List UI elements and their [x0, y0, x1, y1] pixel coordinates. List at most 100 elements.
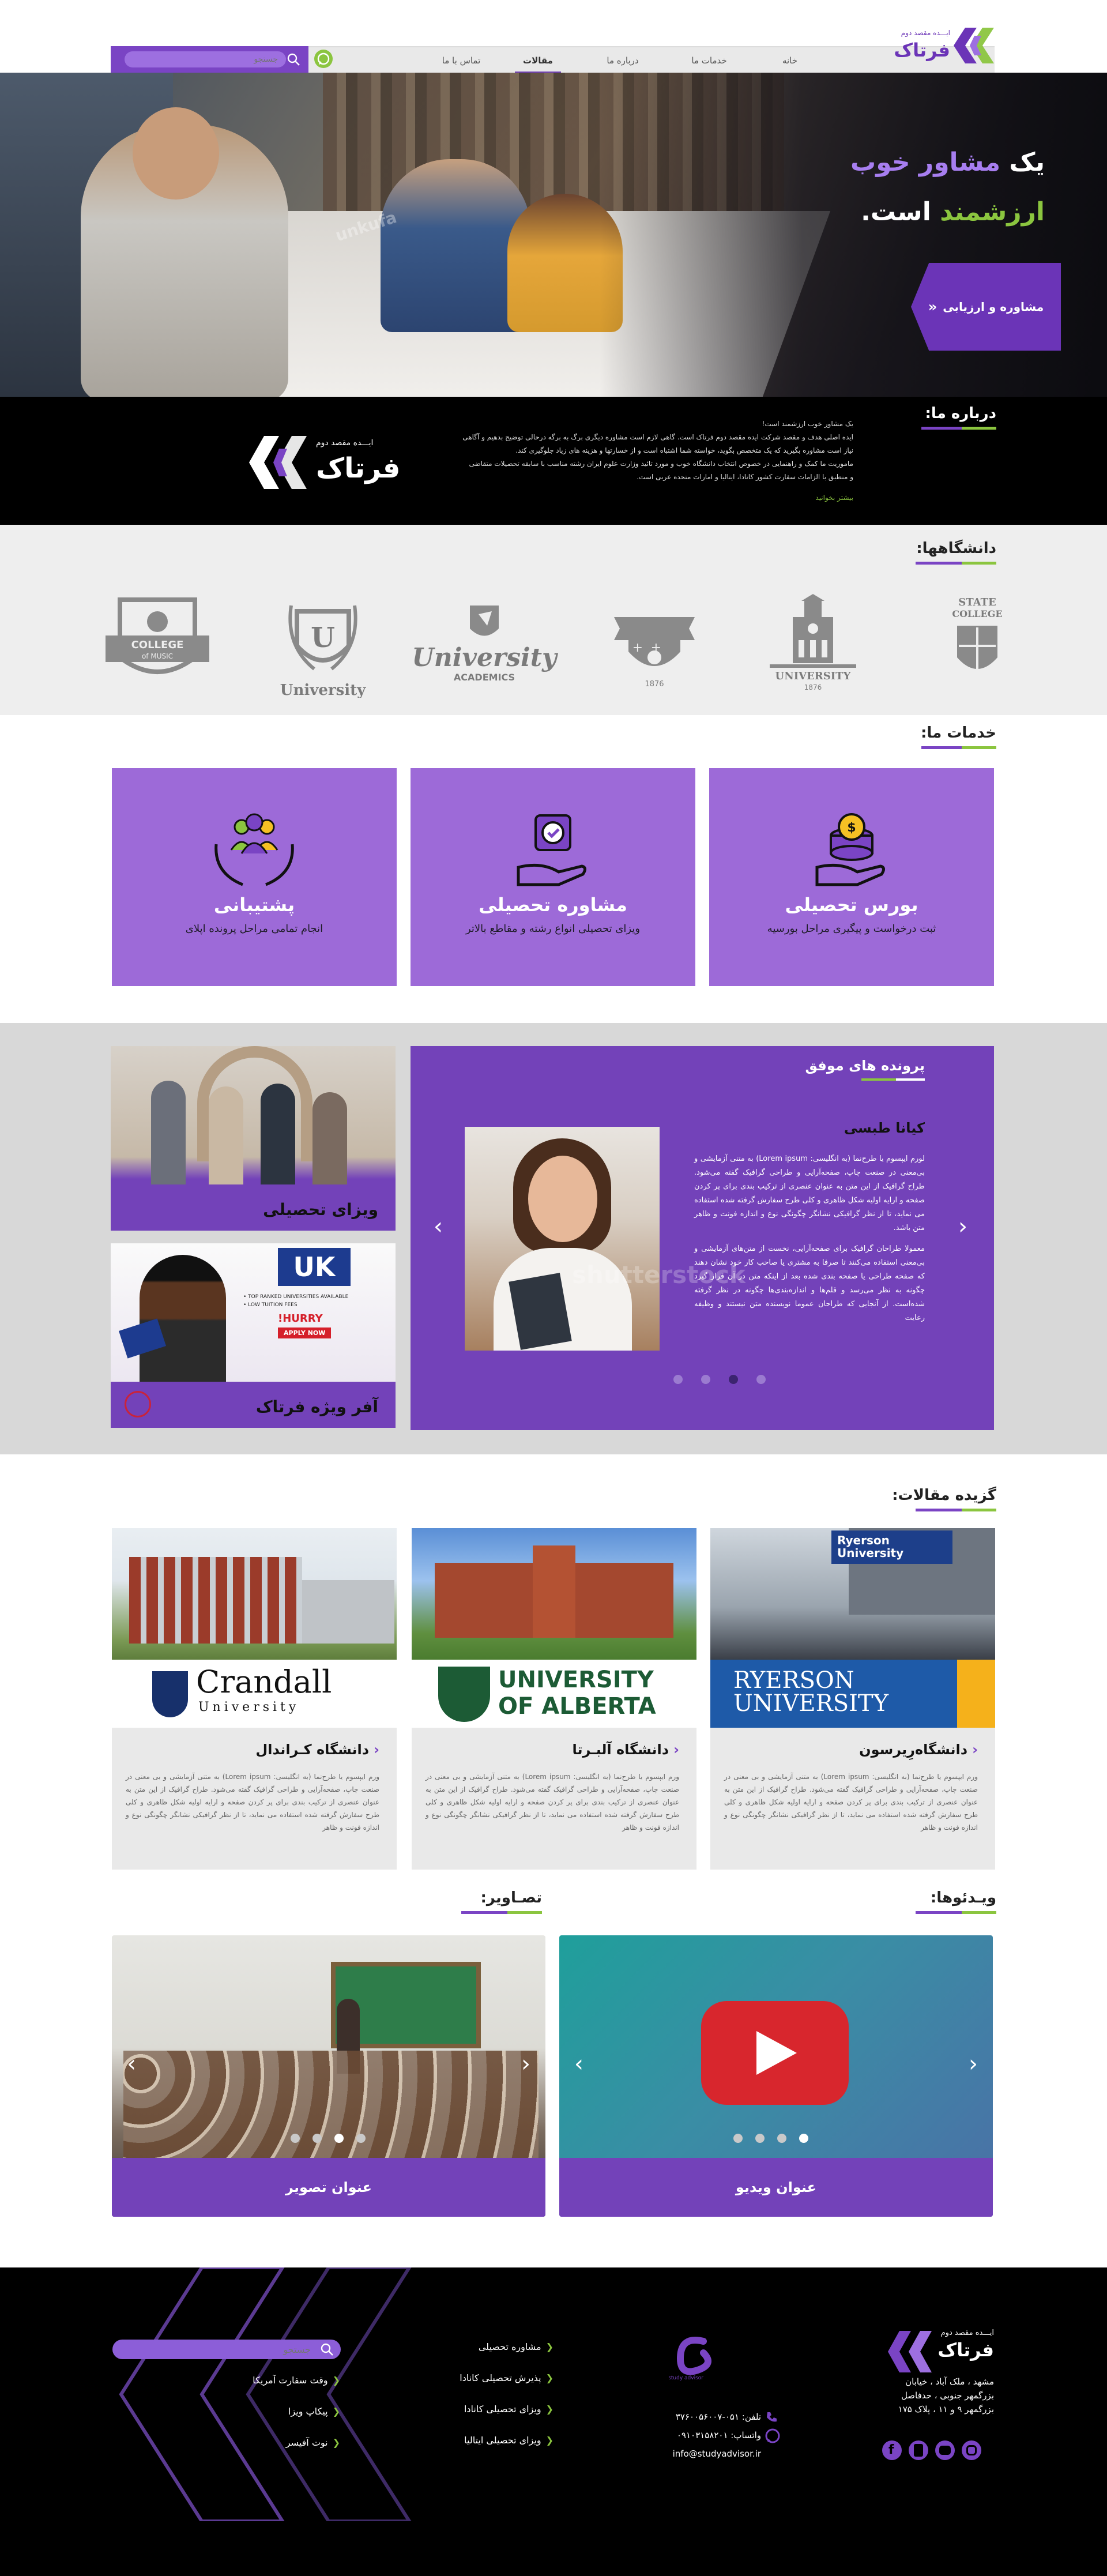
footer-search	[112, 2340, 341, 2359]
university-logo-shield[interactable]: UNIVERSITY++1876	[605, 594, 703, 694]
carousel-next-arrow-icon[interactable]: ‹	[958, 1213, 967, 1240]
svg-text:STATE: STATE	[958, 596, 996, 608]
facebook-icon[interactable]: f	[882, 2440, 902, 2460]
articles-underline-green	[962, 1509, 996, 1511]
search-input[interactable]	[125, 51, 286, 67]
video-next-arrow-icon[interactable]: ‹	[969, 2051, 978, 2077]
phone-number[interactable]: ۰۵۱-۳۷۶۰۰۵۶۰۰۷	[676, 2412, 739, 2422]
footer-link[interactable]: ❮ پذیرش تحصیلی کانادا	[460, 2372, 554, 2383]
image-carousel-dot[interactable]	[291, 2134, 300, 2143]
site-logo[interactable]: ایـــده مقصد دوم فرتاک	[894, 21, 994, 73]
about-logo-name: فرتاک	[316, 452, 401, 484]
svg-text:of MUSIC: of MUSIC	[142, 652, 173, 660]
video-carousel-dot[interactable]	[733, 2134, 743, 2143]
services-underline-purple	[921, 746, 962, 749]
offer-bullet: • LOW TUITION FEES	[243, 1302, 298, 1308]
footer-search-input[interactable]	[112, 2340, 320, 2359]
university-logo-tower[interactable]: UNIVERSITY 1876	[761, 594, 865, 694]
article-card-ryerson[interactable]: Ryerson University RYERSON UNIVERSITY ‹د…	[710, 1528, 995, 1870]
special-offer-card[interactable]: UK • TOP RANKED UNIVERSITIES AVAILABLE •…	[111, 1243, 396, 1428]
whatsapp-number[interactable]: ۰۹۱۰۳۱۵۸۲۰۱	[677, 2430, 728, 2440]
study-visa-card[interactable]: ویزای تحصیلی	[111, 1046, 396, 1231]
carousel-dot[interactable]	[701, 1375, 710, 1384]
footer-link-text: پذیرش تحصیلی کانادا	[460, 2372, 541, 2383]
youtube-play-button-icon[interactable]	[701, 2001, 849, 2105]
images-underline-green	[507, 1911, 542, 1914]
ryerson-sign: Ryerson University	[831, 1530, 952, 1564]
articles-title: گزیده مقالات:	[892, 1487, 996, 1504]
instagram-icon[interactable]	[962, 2440, 981, 2460]
video-carousel-dot[interactable]	[777, 2134, 786, 2143]
support-people-hands-icon	[214, 813, 294, 886]
article-title-text: دانشگاه کـراندال	[255, 1742, 370, 1758]
footer-link[interactable]: ❮ پیکاپ ویزا	[288, 2406, 340, 2417]
image-caption: عنوان تصویر	[112, 2158, 545, 2217]
chevron-left-icon: ❮	[545, 2435, 554, 2446]
footer-link[interactable]: ❮ وقت سفارت آمریکا	[253, 2375, 340, 2386]
footer-link[interactable]: ❮ نوت آفیسر	[286, 2437, 340, 2448]
about-line: ایده اصلی هدف و مقصد شرکت ایده مقصد دوم …	[462, 433, 853, 441]
nav-item-services[interactable]: خدمات ما	[683, 47, 735, 74]
chevron-left-icon: ❮	[332, 2437, 340, 2448]
nav-item-articles[interactable]: مقالات	[515, 47, 561, 74]
youtube-icon[interactable]	[935, 2440, 955, 2460]
images-title: تصـاویر:	[480, 1889, 542, 1906]
read-more-link[interactable]: بیشتر بخوانید	[815, 494, 853, 502]
carousel-dot-active[interactable]	[729, 1375, 738, 1384]
uk-label: UK	[293, 1251, 336, 1283]
carousel-dot[interactable]	[756, 1375, 766, 1384]
consultation-cta-button[interactable]: مشاوره و ارزیابی «	[911, 263, 1061, 351]
about-title-underline-green	[962, 427, 996, 430]
svg-text:COLLEGE: COLLEGE	[131, 639, 184, 651]
video-carousel-dot-active[interactable]	[799, 2134, 808, 2143]
alberta-tower	[533, 1545, 575, 1638]
image-next-arrow-icon[interactable]: ‹	[521, 2051, 530, 2077]
brand-line: UNIVERSITY	[498, 1667, 654, 1693]
hero-headline-accent: مشاور خوب	[850, 148, 1001, 177]
service-card-consulting[interactable]: مشاوره تحصیلی ویزای تحصیلی انواع رشته و …	[411, 768, 695, 986]
service-subtitle: ثبت درخواست و پیگیری مراحل بورسیه	[767, 923, 936, 935]
image-carousel-dot[interactable]	[312, 2134, 322, 2143]
chevron-left-icon: ❮	[332, 2375, 340, 2386]
video-carousel-dot[interactable]	[755, 2134, 765, 2143]
offer-crest-icon	[125, 1391, 151, 1417]
email-line[interactable]: info@studyadvisor.ir	[673, 2449, 761, 2459]
footer-link-text: وقت سفارت آمریکا	[253, 2375, 328, 2386]
nav-item-home[interactable]: خانه	[770, 47, 810, 74]
article-card-alberta[interactable]: UNIVERSITY OF ALBERTA ‹دانشگاه آلبـرتا و…	[412, 1528, 696, 1870]
image-carousel-dot[interactable]	[356, 2134, 366, 2143]
nav-item-about[interactable]: درباره ما	[597, 47, 649, 74]
university-logo-u-crest[interactable]: U University	[277, 594, 369, 700]
video-carousel[interactable]: ‹ › عنوان ویدیو	[559, 1935, 993, 2217]
footer-link[interactable]: ❮ مشاوره تحصیلی	[479, 2341, 554, 2352]
footer-search-icon[interactable]	[320, 2342, 334, 2356]
university-logo-state-college[interactable]: STATE COLLEGE	[946, 594, 1009, 694]
about-title-underline-purple	[921, 427, 962, 430]
offer-hurry: HURRY!	[278, 1313, 323, 1325]
service-card-support[interactable]: پشتیبانی انجام تمامی مراحل پرونده اپلای	[112, 768, 397, 986]
university-logo-college-of-music[interactable]: COLLEGE of MUSIC	[103, 594, 212, 694]
hero-headline-post: است.	[861, 197, 940, 227]
phone-label: تلفن:	[741, 2412, 761, 2422]
image-carousel[interactable]: ‹ › عنوان تصویر	[112, 1935, 545, 2217]
nav-item-contact[interactable]: تماس با ما	[435, 47, 487, 74]
footer-link[interactable]: ❮ ویزای تحصیلی کانادا	[464, 2404, 554, 2415]
image-prev-arrow-icon[interactable]: ›	[127, 2051, 136, 2077]
foursquare-icon[interactable]	[909, 2440, 928, 2460]
phone-line: تلفن: ۰۵۱-۳۷۶۰۰۵۶۰۰۷	[676, 2412, 761, 2422]
crandall-annex	[302, 1580, 394, 1644]
carousel-prev-arrow-icon[interactable]: ›	[434, 1213, 443, 1240]
footer-link[interactable]: ❮ ویزای تحصیلی ایتالیا	[464, 2435, 554, 2446]
service-card-scholarship[interactable]: $ بورس تحصیلی ثبت درخواست و پیگیری مراحل…	[709, 768, 994, 986]
brand-line: RYERSON	[733, 1667, 854, 1694]
carousel-dot[interactable]	[673, 1375, 683, 1384]
article-card-crandall[interactable]: Crandall University ‹دانشگاه کـراندال ور…	[112, 1528, 397, 1870]
about-line: یک مشاور خوب ارزشمند است!	[762, 420, 853, 428]
footer-link-text: مشاوره تحصیلی	[478, 2341, 541, 2352]
search-icon[interactable]	[287, 52, 300, 66]
whatsapp-icon[interactable]	[313, 48, 334, 69]
university-logo-academics[interactable]: University ACADEMICS	[404, 594, 565, 694]
video-prev-arrow-icon[interactable]: ›	[574, 2051, 583, 2077]
image-carousel-dot-active[interactable]	[334, 2134, 344, 2143]
offer-apply-now[interactable]: APPLY NOW	[278, 1328, 332, 1338]
